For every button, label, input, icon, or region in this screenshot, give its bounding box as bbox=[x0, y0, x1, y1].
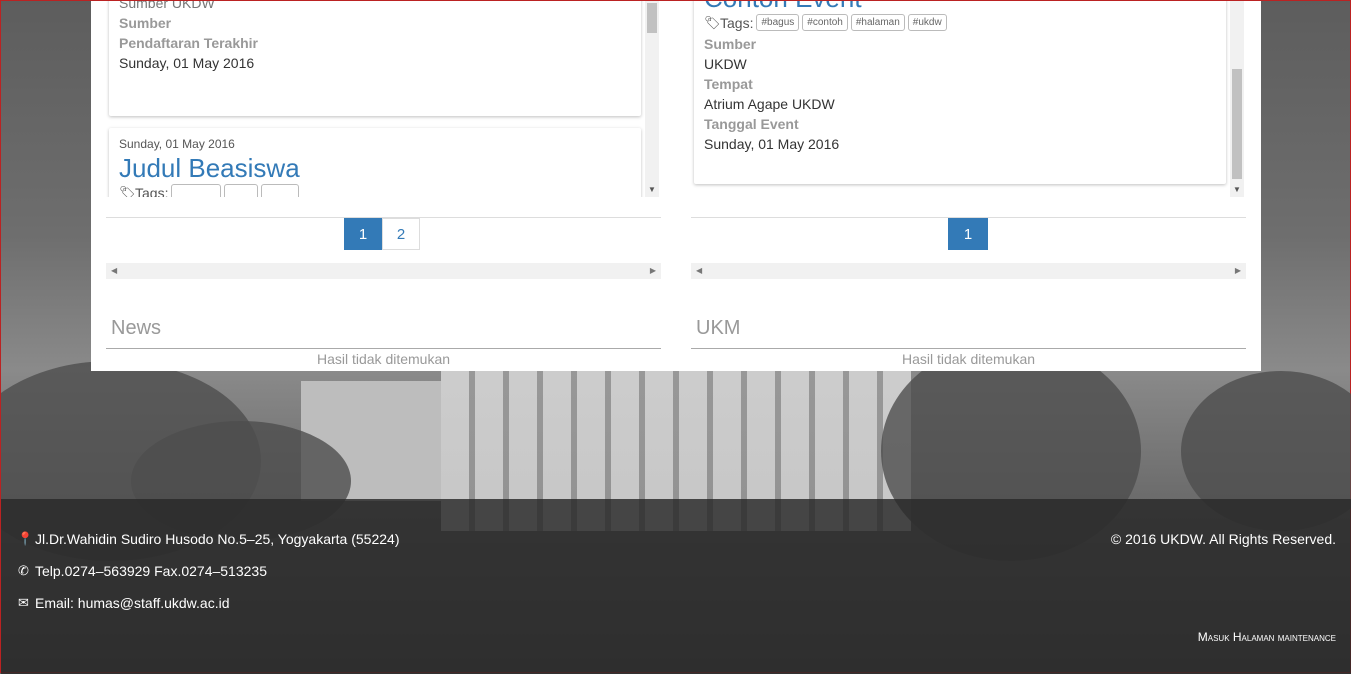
pendaftaran-value: Sunday, 01 May 2016 bbox=[119, 55, 255, 71]
beasiswa-title-link[interactable]: Judul Beasiswa bbox=[119, 153, 300, 184]
event-tags: 🏷 Tags: #bagus #contoh #halaman #ukdw bbox=[704, 14, 947, 31]
tag-chip[interactable]: #bagus bbox=[756, 14, 800, 31]
footer-email: ✉ Email: humas@staff.ukdw.ac.id bbox=[17, 595, 229, 611]
sumber-label: Sumber bbox=[704, 36, 757, 52]
scroll-right-arrow-icon[interactable]: ▶ bbox=[1235, 266, 1241, 275]
beasiswa-tags: 🏷 Tags: bbox=[119, 184, 300, 197]
sumber-value: UKDW bbox=[704, 56, 747, 72]
tag-chip[interactable] bbox=[171, 184, 222, 197]
tag-chip[interactable]: #halaman bbox=[850, 14, 905, 31]
news-section-title: News bbox=[111, 317, 162, 339]
footer: 📍 Jl.Dr.Wahidin Sudiro Husodo No.5–25, Y… bbox=[1, 499, 1351, 674]
event-pagination: 1 bbox=[948, 218, 988, 250]
tempat-label: Tempat bbox=[704, 76, 753, 92]
beasiswa-card-body: Sunday, 01 May 2016 Judul Beasiswa 🏷 Tag… bbox=[119, 137, 300, 197]
beasiswa-vertical-scrollbar[interactable]: ▼ bbox=[645, 1, 659, 197]
event-scroll-area[interactable]: Contoh Event 🏷 Tags: #bagus #contoh #hal… bbox=[691, 1, 1246, 197]
page-1-button[interactable]: 1 bbox=[344, 218, 382, 250]
maintenance-link[interactable]: Masuk Halaman maintenance bbox=[1198, 630, 1336, 644]
event-card: Contoh Event 🏷 Tags: #bagus #contoh #hal… bbox=[694, 1, 1226, 184]
envelope-icon: ✉ bbox=[18, 595, 29, 610]
event-title-link[interactable]: Contoh Event bbox=[704, 1, 947, 14]
beasiswa-horizontal-scrollbar[interactable]: ◀ ▶ bbox=[106, 263, 661, 279]
event-horizontal-scrollbar[interactable]: ◀ ▶ bbox=[691, 263, 1246, 279]
content-card: Sumber UKDW Sumber Pendaftaran Terakhir … bbox=[91, 1, 1261, 371]
tanggal-event-label: Tanggal Event bbox=[704, 116, 799, 132]
scroll-left-arrow-icon[interactable]: ◀ bbox=[111, 266, 117, 275]
tag-chip[interactable] bbox=[224, 184, 259, 197]
beasiswa-cut-text: Sumber UKDW bbox=[119, 1, 215, 11]
phone-icon: ✆ bbox=[18, 563, 29, 578]
scroll-down-arrow-icon[interactable]: ▼ bbox=[1233, 185, 1241, 194]
tag-chip[interactable]: #contoh bbox=[802, 14, 848, 31]
beasiswa-date: Sunday, 01 May 2016 bbox=[119, 137, 235, 151]
beasiswa-card-body: Sumber UKDW Sumber Pendaftaran Terakhir … bbox=[119, 1, 258, 73]
divider bbox=[691, 348, 1246, 349]
map-marker-icon: 📍 bbox=[17, 531, 34, 546]
tempat-value: Atrium Agape UKDW bbox=[704, 96, 835, 112]
footer-address: 📍 Jl.Dr.Wahidin Sudiro Husodo No.5–25, Y… bbox=[17, 531, 399, 547]
tag-chip[interactable]: #ukdw bbox=[907, 14, 947, 31]
ukm-empty-text: Hasil tidak ditemukan bbox=[901, 351, 1036, 367]
pendaftaran-label: Pendaftaran Terakhir bbox=[119, 35, 259, 51]
tags-label: Tags: bbox=[720, 14, 754, 31]
phone-text: Telp.0274–563929 Fax.0274–513235 bbox=[35, 563, 267, 579]
tanggal-event-value: Sunday, 01 May 2016 bbox=[704, 136, 840, 152]
beasiswa-card: Sunday, 01 May 2016 Judul Beasiswa 🏷 Tag… bbox=[109, 128, 641, 197]
news-empty-text: Hasil tidak ditemukan bbox=[316, 351, 451, 367]
beasiswa-pagination: 1 2 bbox=[344, 218, 420, 250]
page-1-button[interactable]: 1 bbox=[948, 218, 988, 250]
scrollbar-thumb[interactable] bbox=[647, 3, 657, 33]
tags-label: Tags: bbox=[135, 184, 169, 198]
beasiswa-card: Sumber UKDW Sumber Pendaftaran Terakhir … bbox=[109, 1, 641, 116]
tags-icon: 🏷 bbox=[704, 14, 721, 30]
copyright-text: © 2016 UKDW. All Rights Reserved. bbox=[1110, 531, 1336, 547]
page-2-button[interactable]: 2 bbox=[382, 218, 420, 250]
address-text: Jl.Dr.Wahidin Sudiro Husodo No.5–25, Yog… bbox=[35, 531, 400, 547]
scroll-left-arrow-icon[interactable]: ◀ bbox=[696, 266, 702, 275]
divider bbox=[106, 348, 661, 349]
scroll-right-arrow-icon[interactable]: ▶ bbox=[650, 266, 656, 275]
tags-icon: 🏷 bbox=[119, 184, 136, 198]
event-card-body: Contoh Event 🏷 Tags: #bagus #contoh #hal… bbox=[704, 1, 947, 154]
scroll-down-arrow-icon[interactable]: ▼ bbox=[648, 185, 656, 194]
footer-phone: ✆ Telp.0274–563929 Fax.0274–513235 bbox=[17, 563, 267, 579]
scrollbar-thumb[interactable] bbox=[1232, 69, 1242, 179]
email-text: Email: humas@staff.ukdw.ac.id bbox=[35, 595, 230, 611]
beasiswa-scroll-area[interactable]: Sumber UKDW Sumber Pendaftaran Terakhir … bbox=[106, 1, 661, 197]
tag-chip[interactable] bbox=[261, 184, 300, 197]
sumber-label: Sumber bbox=[119, 15, 172, 31]
ukm-section-title: UKM bbox=[696, 317, 741, 339]
event-vertical-scrollbar[interactable]: ▼ bbox=[1230, 1, 1244, 197]
